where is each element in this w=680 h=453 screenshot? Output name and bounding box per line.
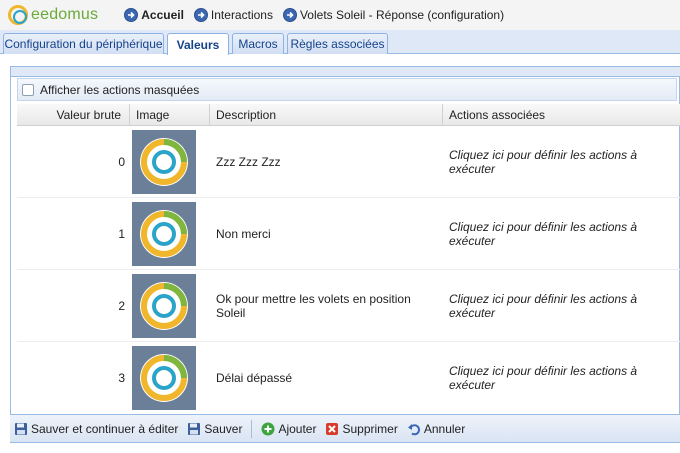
plus-circle-icon [261,422,275,436]
show-hidden-actions-row[interactable]: Afficher les actions masquées [17,78,677,101]
breadcrumb-accueil[interactable]: Accueil [124,8,184,22]
column-header-description[interactable]: Description [210,104,443,126]
toolbar-separator [251,419,253,438]
delete-x-icon [325,422,339,436]
breadcrumb-label: Accueil [141,8,184,22]
description-cell: Non merci [216,226,271,241]
raw-value-cell: 2 [118,298,125,313]
raw-value-cell: 3 [118,371,125,385]
cancel-button[interactable]: Annuler [407,422,465,436]
add-button[interactable]: Ajouter [261,422,316,436]
tab-macros[interactable]: Macros [232,33,284,54]
eedomus-logo[interactable]: eedomus [8,5,98,25]
sunshade-status-icon[interactable] [132,201,196,266]
add-label: Ajouter [278,421,317,436]
panel-header [11,67,680,77]
save-button[interactable]: Sauver [187,422,242,436]
delete-button[interactable]: Supprimer [325,421,398,436]
grid-header: Valeur brute Image Description Actions a… [17,104,680,126]
floppy-disk-icon [14,422,28,436]
breadcrumb-interactions[interactable]: Interactions [193,8,273,22]
breadcrumb-label: Interactions [210,8,273,22]
grid-body: 0 Zzz Zzz Zzz Cliquez ici pour définir l… [17,126,680,414]
table-row[interactable]: 0 Zzz Zzz Zzz Cliquez ici pour définir l… [17,126,680,198]
breadcrumb-device[interactable]: Volets Soleil - Réponse (configuration) [282,8,505,22]
raw-value-cell: 0 [118,154,125,169]
define-actions-link[interactable]: Cliquez ici pour définir les actions à e… [443,342,680,414]
column-header-image[interactable]: Image [130,104,210,126]
save-label: Sauver [204,421,243,436]
logo-text: eedomus [31,6,99,23]
table-row[interactable]: 1 Non merci Cliquez ici pour définir les… [17,198,680,270]
column-header-actions[interactable]: Actions associées [443,104,680,126]
show-hidden-actions-label[interactable]: Afficher les actions masquées [40,83,199,97]
show-hidden-actions-checkbox[interactable] [22,83,34,96]
define-actions-link[interactable]: Cliquez ici pour définir les actions à e… [443,270,680,341]
bottom-toolbar: Sauver et continuer à éditer Sauver Ajou… [10,414,680,442]
sunshade-status-icon[interactable] [132,129,196,194]
save-and-continue-button[interactable]: Sauver et continuer à éditer [14,422,178,436]
values-panel: Afficher les actions masquées Valeur bru… [10,66,680,443]
arrow-right-circle-icon [124,8,139,22]
column-header-raw-value[interactable]: Valeur brute [17,104,130,126]
breadcrumb-label: Volets Soleil - Réponse (configuration) [299,8,505,22]
tab-valeurs[interactable]: Valeurs [167,33,229,55]
define-actions-link[interactable]: Cliquez ici pour définir les actions à e… [443,126,680,197]
image-cell [130,342,210,414]
save-and-continue-label: Sauver et continuer à éditer [31,421,179,436]
description-cell: Ok pour mettre les volets en position So… [216,291,411,320]
arrow-right-circle-icon [193,8,208,22]
tab-regles[interactable]: Règles associées [287,33,388,54]
table-row[interactable]: 2 Ok pour mettre les volets en position … [17,270,680,342]
tab-bar: Configuration du périphérique Valeurs Ma… [0,30,680,55]
description-cell: Zzz Zzz Zzz [216,154,281,169]
delete-label: Supprimer [342,421,398,436]
sunshade-status-icon[interactable] [132,273,196,338]
cancel-label: Annuler [423,421,466,436]
sunshade-status-icon[interactable] [132,346,196,410]
image-cell [130,270,210,341]
logo-ring-icon [8,5,28,25]
image-cell [130,126,210,197]
raw-value-cell: 1 [118,226,125,241]
description-cell: Délai dépassé [216,371,293,385]
floppy-disk-icon [187,422,201,436]
image-cell [130,198,210,269]
define-actions-link[interactable]: Cliquez ici pour définir les actions à e… [443,198,680,269]
tab-configuration[interactable]: Configuration du périphérique [3,33,164,54]
top-bar: eedomus Accueil Interactions Volets Sole… [0,0,680,30]
arrow-right-circle-icon [282,8,297,22]
table-row[interactable]: 3 Délai dépassé Cliquez ici pour définir… [17,342,680,414]
undo-arrow-icon [407,422,421,436]
